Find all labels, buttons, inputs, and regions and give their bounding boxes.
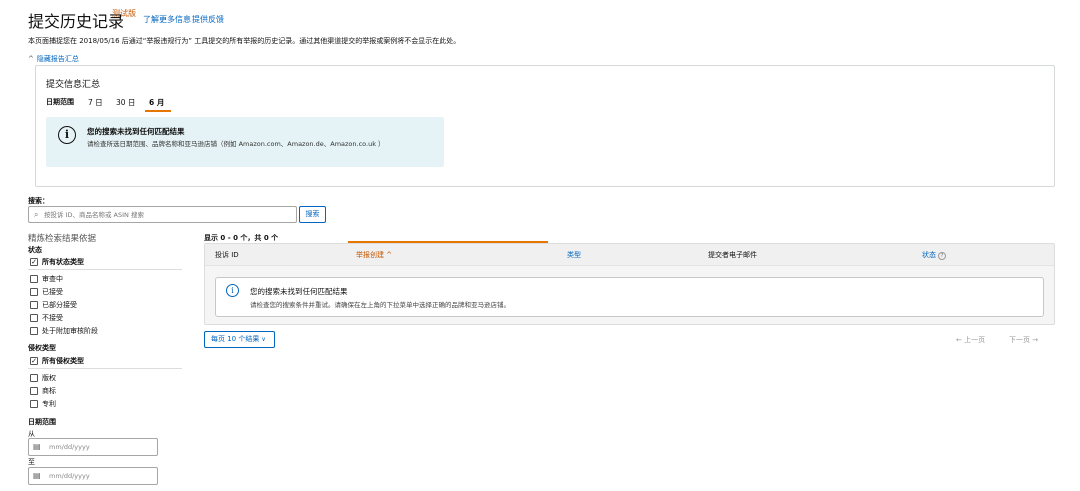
calendar-icon: ▤: [33, 471, 41, 480]
checkbox-box: [30, 314, 38, 322]
sort-asc-icon: ^: [384, 251, 393, 259]
col-submitter-email: 提交者电子邮件: [708, 251, 757, 259]
status-option-label: 处于附加审核阶段: [42, 327, 98, 335]
status-option-label: 审查中: [42, 275, 63, 283]
status-all-label: 所有状态类型: [42, 258, 84, 266]
checkbox-box: [30, 275, 38, 283]
date-range-filter-title: 日期范围: [28, 418, 56, 426]
empty-results-alert: [215, 277, 1044, 317]
status-option-label: 不接受: [42, 314, 63, 322]
chevron-down-icon: ∨: [261, 336, 266, 343]
hide-summary-toggle[interactable]: ^ 隐藏报告汇总: [28, 54, 79, 64]
col-status[interactable]: 状态?: [922, 250, 946, 260]
col-report-created-label: 举报创建: [356, 251, 384, 259]
sort-indicator: [348, 241, 548, 243]
ip-type-option-label: 专利: [42, 400, 56, 408]
date-from-input[interactable]: [49, 440, 149, 454]
checkbox-box: [30, 374, 38, 382]
info-icon: i: [58, 126, 76, 144]
search-icon: ⌕: [34, 210, 39, 219]
date-to-input[interactable]: [49, 469, 149, 483]
search-button[interactable]: 搜索: [299, 206, 326, 223]
prev-page-button[interactable]: ← 上一页: [956, 335, 985, 345]
ip-type-option-checkbox[interactable]: 专利: [30, 399, 56, 409]
checkbox-box: [30, 301, 38, 309]
date-to-label: 至: [28, 458, 35, 466]
range-tab-30d[interactable]: 30 日: [116, 97, 135, 108]
status-option-checkbox[interactable]: 不接受: [30, 313, 63, 323]
page-title: 提交历史记录: [28, 12, 125, 31]
ip-type-option-checkbox[interactable]: 商标: [30, 386, 56, 396]
col-status-label: 状态: [922, 251, 936, 259]
info-icon: i: [226, 284, 239, 297]
beta-badge: 测试版: [112, 9, 136, 18]
checkmark-icon: ✓: [30, 258, 38, 266]
search-label: 搜索：: [28, 197, 49, 205]
ip-type-option-label: 商标: [42, 387, 56, 395]
status-option-checkbox[interactable]: 审查中: [30, 274, 63, 284]
ip-type-filter-title: 侵权类型: [28, 344, 56, 352]
checkbox-box: [30, 400, 38, 408]
per-page-label: 每页 10 个结果: [211, 335, 260, 343]
empty-title: 您的搜索未找到任何匹配结果: [250, 287, 348, 296]
filter-heading: 精炼检索结果依据: [28, 234, 97, 244]
results-count: 显示 0 - 0 个，共 0 个: [204, 234, 279, 242]
col-report-created[interactable]: 举报创建 ^: [356, 250, 392, 260]
ip-type-option-label: 版权: [42, 374, 56, 382]
per-page-dropdown[interactable]: 每页 10 个结果 ∨: [204, 331, 275, 348]
hide-summary-label: 隐藏报告汇总: [36, 55, 79, 63]
search-input[interactable]: [44, 207, 294, 222]
page-description: 本页面捕捉您在 2018/05/16 后通过“举报违规行为” 工具提交的所有举报…: [28, 37, 461, 45]
range-tab-7d[interactable]: 7 日: [88, 97, 103, 108]
active-range-indicator: [145, 110, 171, 112]
help-icon[interactable]: ?: [938, 252, 946, 260]
learn-more-link[interactable]: 了解更多信息: [143, 14, 191, 25]
status-option-checkbox[interactable]: 已接受: [30, 287, 63, 297]
checkbox-box: [30, 387, 38, 395]
notice-title: 您的搜索未找到任何匹配结果: [87, 127, 185, 136]
divider: [28, 269, 182, 270]
ip-type-all-checkbox[interactable]: ✓ 所有侵权类型: [30, 356, 84, 366]
ip-type-all-label: 所有侵权类型: [42, 357, 84, 365]
col-complaint-id: 投诉 ID: [215, 251, 239, 259]
range-tab-6m[interactable]: 6 月: [149, 97, 164, 108]
date-range-label: 日期范围: [46, 98, 74, 106]
next-page-button[interactable]: 下一页 →: [1009, 335, 1038, 345]
ip-type-option-checkbox[interactable]: 版权: [30, 373, 56, 383]
feedback-link[interactable]: 提供反馈: [192, 14, 224, 25]
checkbox-box: [30, 288, 38, 296]
checkbox-box: [30, 327, 38, 335]
summary-title: 提交信息汇总: [46, 80, 101, 90]
status-all-checkbox[interactable]: ✓ 所有状态类型: [30, 257, 84, 267]
chevron-up-icon: ^: [28, 55, 34, 63]
checkmark-icon: ✓: [30, 357, 38, 365]
status-option-checkbox[interactable]: 已部分接受: [30, 300, 77, 310]
col-type[interactable]: 类型: [567, 250, 581, 260]
status-option-label: 已部分接受: [42, 301, 77, 309]
notice-body: 请检查所选日期范围、品牌名称和亚马逊店铺（例如 Amazon.com、Amazo…: [87, 140, 385, 148]
empty-body: 请检查您的搜索条件并重试。请确保在左上角的下拉菜单中选择正确的品牌和亚马逊店铺。: [250, 301, 510, 309]
calendar-icon: ▤: [33, 442, 41, 451]
status-filter-title: 状态: [28, 246, 42, 254]
divider: [28, 368, 182, 369]
status-option-checkbox[interactable]: 处于附加审核阶段: [30, 326, 98, 336]
status-option-label: 已接受: [42, 288, 63, 296]
